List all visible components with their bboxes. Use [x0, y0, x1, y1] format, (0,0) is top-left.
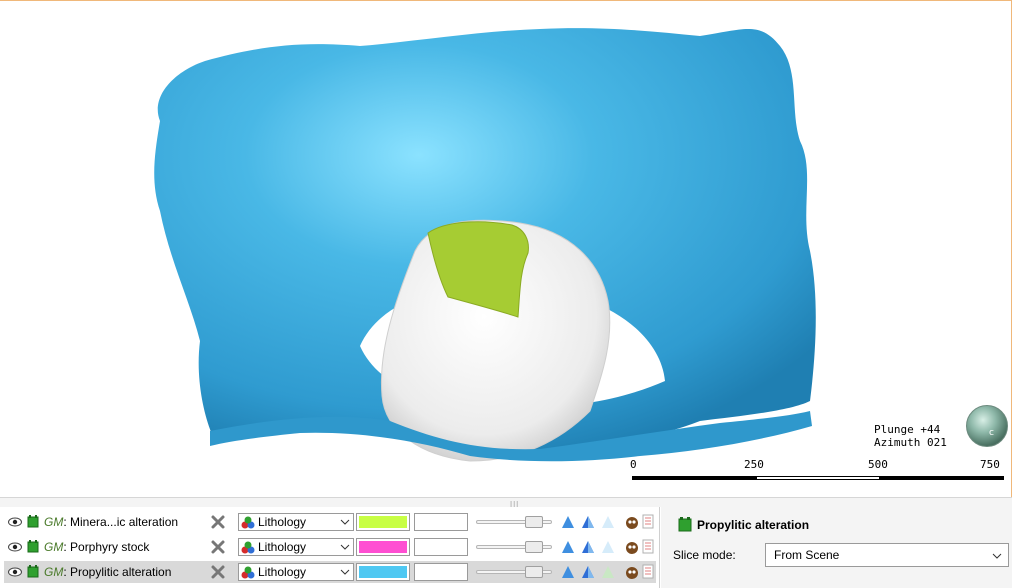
view-orientation-readout: Plunge +44 Azimuth 021 — [874, 423, 947, 449]
slider-thumb-2[interactable] — [525, 566, 543, 578]
properties-panel: Propylitic alteration Slice mode: From S… — [661, 507, 1012, 588]
remove-icon[interactable] — [210, 539, 226, 555]
colour-by-dropdown[interactable]: Lithology — [238, 538, 354, 556]
remove-icon[interactable] — [210, 564, 226, 580]
owl-icon[interactable] — [624, 514, 640, 530]
shown-items-list: GM: Minera...ic alteration Lithology GM:… — [0, 507, 660, 588]
panel-splitter[interactable]: ||| — [0, 497, 1012, 509]
lithology-icon — [241, 541, 255, 554]
swatch-fill-2 — [359, 566, 407, 578]
shading-both-icon[interactable] — [580, 564, 596, 580]
shading-front-icon[interactable] — [560, 564, 576, 580]
geological-model-icon — [27, 565, 39, 578]
colour-swatch[interactable] — [356, 563, 410, 581]
slider-thumb-1[interactable] — [525, 541, 543, 553]
scale-segment-1 — [632, 476, 756, 480]
shading-front-icon[interactable] — [560, 514, 576, 530]
layer-prefix: GM — [44, 515, 64, 529]
chevron-down-icon — [992, 553, 1002, 559]
secondary-colour-box[interactable] — [414, 563, 468, 581]
properties-icon[interactable] — [642, 564, 654, 579]
3d-model-render[interactable] — [0, 1, 1012, 497]
layer-row-propylitic[interactable]: GM: Propylitic alteration Lithology — [4, 561, 656, 583]
scale-label-750: 750 — [980, 458, 1000, 471]
properties-title: Propylitic alteration — [697, 518, 810, 532]
slider-thumb-0[interactable] — [525, 516, 543, 528]
owl-icon[interactable] — [624, 564, 640, 580]
colour-swatch[interactable] — [356, 513, 410, 531]
owl-icon[interactable] — [624, 539, 640, 555]
layer-prefix: GM — [44, 565, 64, 579]
scale-label-250: 250 — [744, 458, 764, 471]
scale-bar: 0 250 500 750 — [630, 458, 1006, 480]
remove-icon[interactable] — [210, 514, 226, 530]
colour-by-dropdown[interactable]: Lithology — [238, 513, 354, 531]
swatch-fill-0 — [359, 516, 407, 528]
layer-row-porphyry[interactable]: GM: Porphyry stock Lithology — [4, 536, 656, 558]
slice-mode-value: From Scene — [774, 548, 840, 562]
eye-icon[interactable] — [8, 516, 22, 528]
shading-front-icon[interactable] — [560, 539, 576, 555]
app-window: Plunge +44 Azimuth 021 c 0 250 500 750 |… — [0, 0, 1012, 588]
slice-mode-label: Slice mode: — [673, 548, 736, 562]
geological-model-icon — [678, 517, 692, 532]
shading-back-icon[interactable] — [600, 539, 616, 555]
geological-model-icon — [27, 515, 39, 528]
colour-by-dropdown[interactable]: Lithology — [238, 563, 354, 581]
properties-icon[interactable] — [642, 514, 654, 529]
compass-letter: c — [989, 428, 994, 438]
chevron-down-icon — [340, 544, 350, 550]
slice-mode-dropdown[interactable]: From Scene — [765, 543, 1009, 567]
layer-prefix: GM — [44, 540, 64, 554]
chevron-down-icon — [340, 569, 350, 575]
layer-name: : Porphyry stock — [63, 540, 150, 554]
azimuth-readout: Azimuth 021 — [874, 436, 947, 449]
lithology-icon — [241, 566, 255, 579]
plunge-readout: Plunge +44 — [874, 423, 941, 436]
eye-icon[interactable] — [8, 541, 22, 553]
scale-label-500: 500 — [868, 458, 888, 471]
shading-both-icon[interactable] — [580, 514, 596, 530]
geological-model-icon — [27, 540, 39, 553]
colour-swatch[interactable] — [356, 538, 410, 556]
swatch-fill-1 — [359, 541, 407, 553]
secondary-colour-box[interactable] — [414, 538, 468, 556]
layer-row-mineralized[interactable]: GM: Minera...ic alteration Lithology — [4, 511, 656, 533]
shading-both-icon[interactable] — [580, 539, 596, 555]
lithology-icon — [241, 516, 255, 529]
shading-back-icon[interactable] — [600, 564, 616, 580]
view-orientation-globe-icon[interactable]: c — [966, 405, 1008, 447]
opacity-slider[interactable] — [476, 541, 552, 553]
shading-back-icon[interactable] — [600, 514, 616, 530]
layer-name: : Propylitic alteration — [63, 565, 172, 579]
scale-label-0: 0 — [630, 458, 637, 471]
3d-scene-view[interactable]: Plunge +44 Azimuth 021 c 0 250 500 750 — [0, 0, 1012, 497]
scale-segment-3 — [880, 476, 1004, 480]
eye-icon[interactable] — [8, 566, 22, 578]
properties-icon[interactable] — [642, 539, 654, 554]
opacity-slider[interactable] — [476, 516, 552, 528]
layer-name: : Minera...ic alteration — [63, 515, 179, 529]
opacity-slider[interactable] — [476, 566, 552, 578]
chevron-down-icon — [340, 519, 350, 525]
secondary-colour-box[interactable] — [414, 513, 468, 531]
scale-segment-2 — [756, 476, 880, 480]
